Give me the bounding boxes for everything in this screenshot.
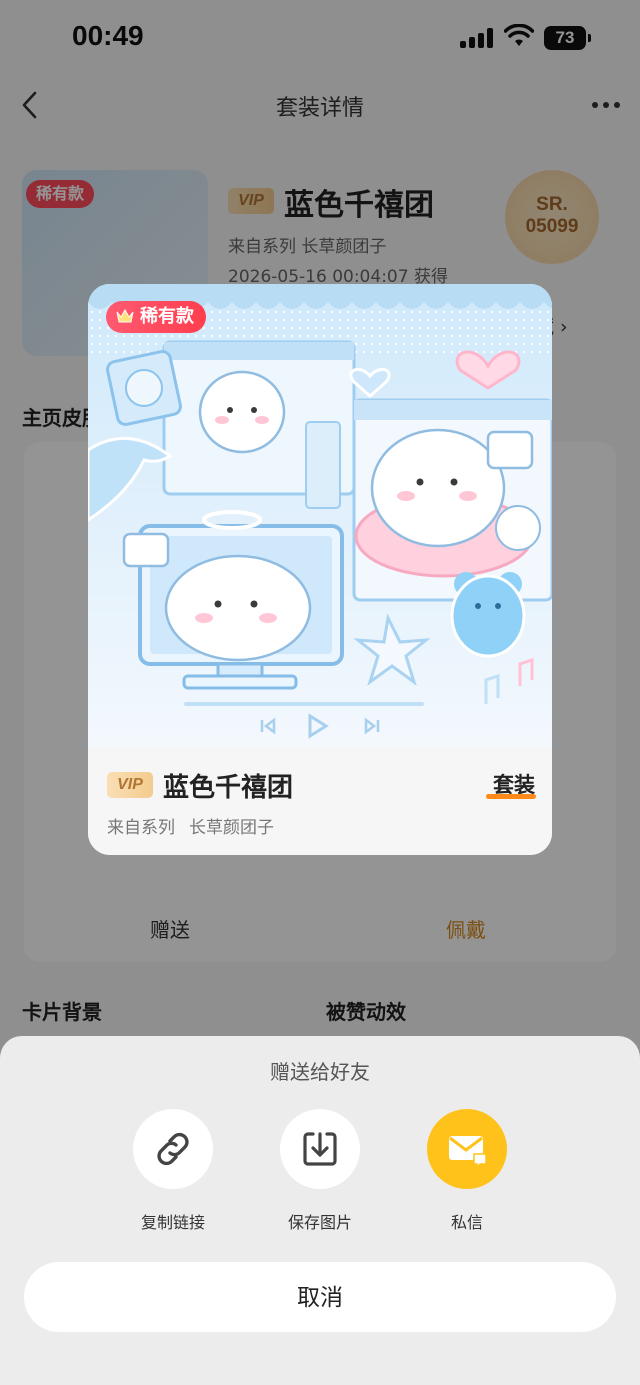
sheet-title: 赠送给好友 xyxy=(270,1060,370,1084)
mail-icon xyxy=(449,1136,487,1169)
suit-artwork-image xyxy=(88,284,552,747)
series-info: 来自系列 长草颜团子 xyxy=(107,818,274,838)
copy-link-label: 复制链接 xyxy=(140,1213,205,1232)
suit-tag-underline xyxy=(486,794,536,799)
download-icon xyxy=(303,1132,337,1166)
cancel-button[interactable]: 取消 xyxy=(24,1262,616,1332)
share-sheet: 赠送给好友 复制链接 保存图片 私信 取消 xyxy=(0,1036,640,1385)
private-message-button[interactable]: 私信 xyxy=(417,1109,517,1233)
copy-link-button[interactable]: 复制链接 xyxy=(123,1109,223,1233)
save-image-button[interactable]: 保存图片 xyxy=(270,1109,370,1233)
crown-icon xyxy=(116,309,134,323)
vip-badge: VIP xyxy=(107,772,153,798)
suit-preview-card: 稀有款 VIP 蓝色千禧团 套装 来自系列 长草颜团子 xyxy=(88,284,552,855)
private-message-label: 私信 xyxy=(450,1213,483,1232)
suit-name: 蓝色千禧团 xyxy=(163,773,294,803)
preview-info: VIP 蓝色千禧团 套装 来自系列 长草颜团子 xyxy=(88,747,552,855)
link-icon xyxy=(157,1132,189,1166)
save-image-label: 保存图片 xyxy=(287,1213,352,1232)
rarity-badge: 稀有款 xyxy=(106,301,206,333)
